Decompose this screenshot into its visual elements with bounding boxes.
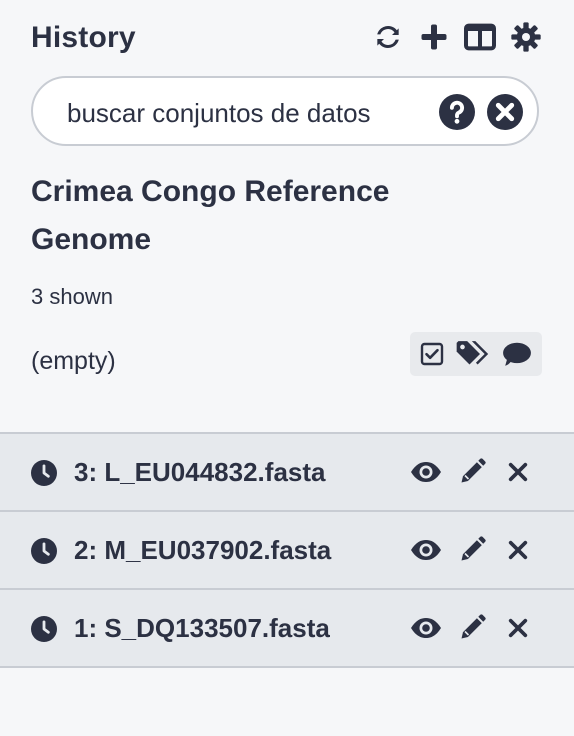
tags-icon[interactable] xyxy=(455,340,491,368)
delete-icon[interactable] xyxy=(502,532,534,568)
plus-icon[interactable] xyxy=(417,20,451,54)
clock-icon xyxy=(31,538,57,564)
delete-icon[interactable] xyxy=(502,610,534,646)
eye-icon[interactable] xyxy=(410,454,442,490)
dataset-label: 1: S_DQ133507.fasta xyxy=(74,613,330,643)
clear-search-icon[interactable] xyxy=(487,94,523,130)
gear-icon[interactable] xyxy=(509,20,543,54)
panel-title: History xyxy=(31,21,136,54)
comment-icon[interactable] xyxy=(502,341,532,367)
dataset-label: 3: L_EU044832.fasta xyxy=(74,457,326,487)
history-tools xyxy=(410,332,542,376)
sync-icon[interactable] xyxy=(371,20,405,54)
check-square-icon[interactable] xyxy=(420,342,444,366)
eye-icon[interactable] xyxy=(410,610,442,646)
search-box xyxy=(31,76,539,146)
dataset-row[interactable]: 1: S_DQ133507.fasta xyxy=(0,590,574,668)
dataset-label: 2: M_EU037902.fasta xyxy=(74,535,332,565)
clock-icon xyxy=(31,460,57,486)
dataset-list: 3: L_EU044832.fasta 2: M_EU037902.fasta … xyxy=(0,432,574,668)
search-input[interactable] xyxy=(65,93,429,133)
history-name[interactable]: Crimea Congo Reference Genome xyxy=(31,168,511,264)
help-icon[interactable] xyxy=(439,94,475,130)
dataset-actions xyxy=(410,454,534,490)
clock-icon xyxy=(31,616,57,642)
dataset-actions xyxy=(410,532,534,568)
dataset-actions xyxy=(410,610,534,646)
pencil-icon[interactable] xyxy=(456,454,488,490)
header-actions xyxy=(371,20,543,54)
shown-count: 3 shown xyxy=(31,284,113,309)
dataset-row[interactable]: 2: M_EU037902.fasta xyxy=(0,512,574,590)
pencil-icon[interactable] xyxy=(456,610,488,646)
pencil-icon[interactable] xyxy=(456,532,488,568)
history-header: History xyxy=(31,18,543,58)
history-size: (empty) xyxy=(31,347,116,375)
delete-icon[interactable] xyxy=(502,454,534,490)
columns-icon[interactable] xyxy=(463,20,497,54)
eye-icon[interactable] xyxy=(410,532,442,568)
dataset-row[interactable]: 3: L_EU044832.fasta xyxy=(0,434,574,512)
